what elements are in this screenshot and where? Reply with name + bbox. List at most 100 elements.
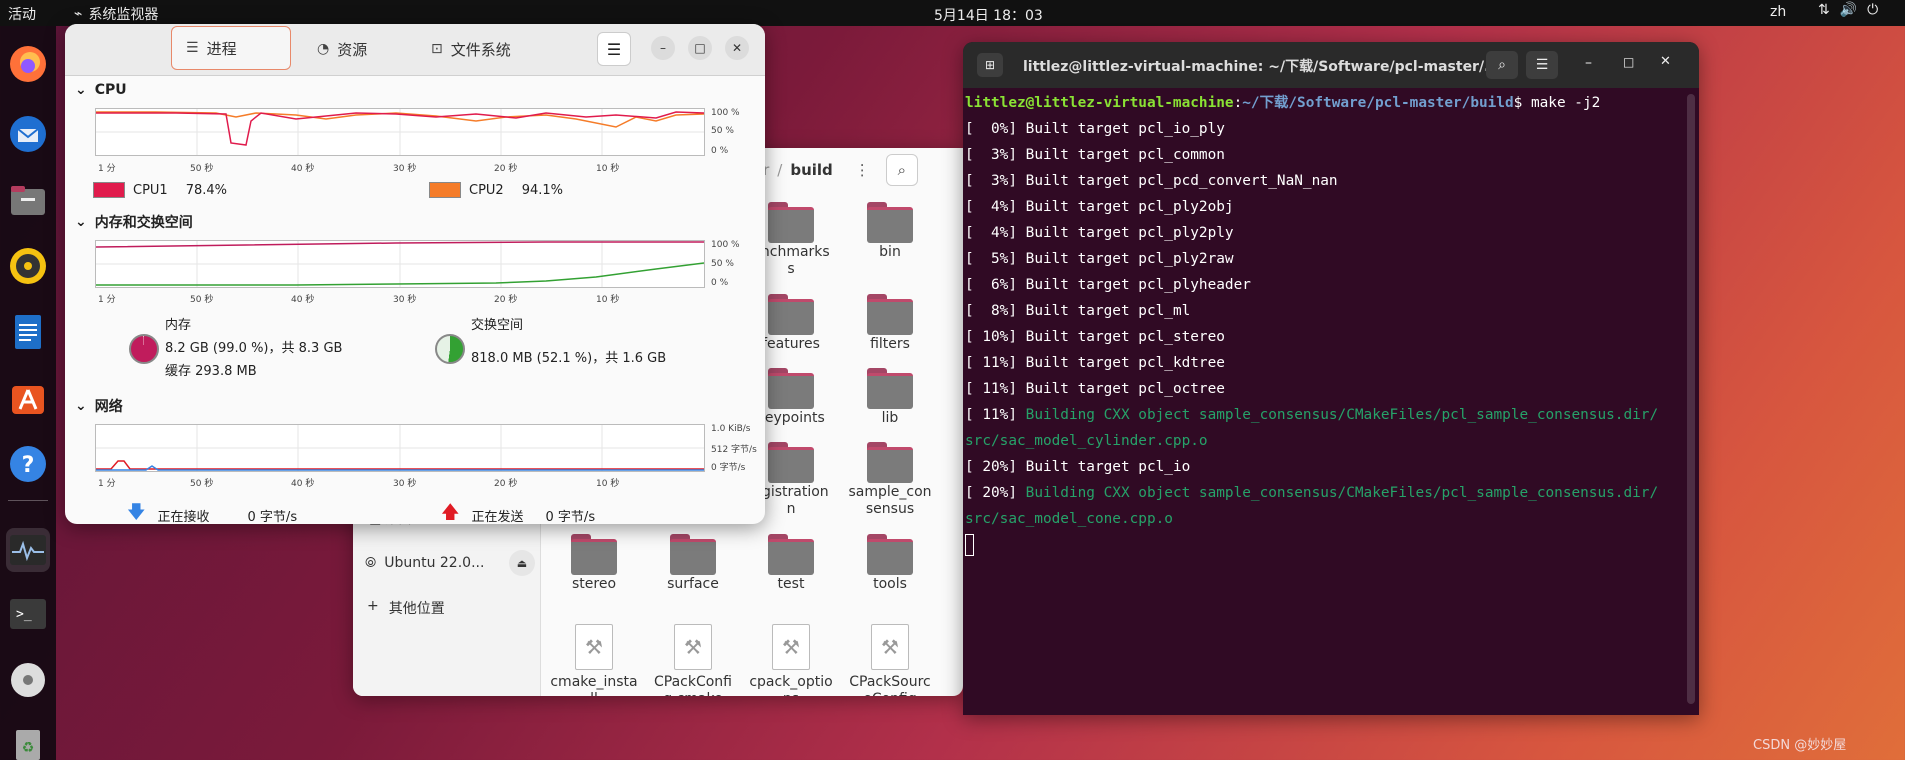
cpu1-swatch[interactable] bbox=[93, 182, 125, 198]
axis-tick: 50 % bbox=[711, 259, 734, 269]
terminal-dock-icon[interactable]: >_ bbox=[6, 592, 50, 636]
terminal-header: ⊞ littlez@littlez-virtual-machine: ~/下载/… bbox=[963, 42, 1699, 88]
axis-tick: 40 秒 bbox=[291, 164, 315, 174]
script-file-icon: ⚒ bbox=[674, 624, 712, 670]
swap-label: 交换空间 bbox=[471, 318, 524, 333]
folder-item[interactable]: lib bbox=[845, 368, 935, 427]
tab-file-systems[interactable]: ⊡ 文件系统 bbox=[417, 26, 557, 72]
clock[interactable]: 5月14日 18：03 bbox=[934, 5, 1043, 25]
terminal-output[interactable]: littlez@littlez-virtual-machine:~/下载/Sof… bbox=[965, 90, 1685, 558]
cpu2-legend[interactable]: CPU2 94.1% bbox=[429, 182, 563, 198]
cpu2-swatch[interactable] bbox=[429, 182, 461, 198]
terminal-line: [ 3%] Built target pcl_pcd_convert_NaN_n… bbox=[965, 168, 1685, 194]
new-tab-icon[interactable]: ⊞ bbox=[977, 53, 1003, 77]
search-icon[interactable]: ⌕ bbox=[885, 154, 918, 186]
axis-tick: 50 % bbox=[711, 126, 734, 136]
search-icon[interactable]: ⌕ bbox=[1486, 51, 1518, 79]
folder-icon bbox=[768, 368, 814, 409]
send-legend[interactable]: 🡅 正在发送 0 字节/s bbox=[441, 500, 595, 524]
folder-item[interactable]: tools bbox=[845, 534, 935, 593]
maximize-button[interactable]: □ bbox=[688, 36, 712, 60]
terminal-line: [ 11%] Built target pcl_kdtree bbox=[965, 350, 1685, 376]
list-icon: ☰ bbox=[186, 40, 199, 56]
input-method[interactable]: zh bbox=[1770, 4, 1786, 20]
folder-label: bin bbox=[879, 244, 901, 260]
file-item[interactable]: ⚒ cpack_options bbox=[746, 624, 836, 696]
progress-percent: [ 5%] bbox=[965, 251, 1017, 267]
system-monitor-window: ☰ 进程 ◔ 资源 ⊡ 文件系统 ☰ – □ ✕ ⌄ CPU 1 分 50 秒 … bbox=[65, 24, 765, 524]
files-icon[interactable] bbox=[6, 178, 50, 222]
cpu-section-header[interactable]: ⌄ CPU bbox=[75, 82, 127, 98]
system-tray[interactable]: ⇅ 🔊 ⏻ bbox=[1818, 2, 1878, 18]
folder-label: surface bbox=[667, 576, 719, 592]
breadcrumb-menu-icon[interactable]: ⋮ bbox=[855, 161, 870, 179]
dvd-icon[interactable] bbox=[6, 658, 50, 702]
tab-processes[interactable]: ☰ 进程 bbox=[171, 26, 291, 70]
memory-section-header[interactable]: ⌄ 内存和交换空间 bbox=[75, 212, 193, 232]
folder-item[interactable]: test bbox=[746, 534, 836, 593]
libreoffice-writer-icon[interactable] bbox=[6, 310, 50, 354]
watermark: CSDN @妙妙屋 bbox=[1753, 738, 1847, 753]
folder-item[interactable]: sample_consensus bbox=[845, 442, 935, 518]
minimize-button[interactable]: – bbox=[651, 36, 675, 60]
firefox-icon[interactable] bbox=[6, 42, 50, 86]
terminal-title: littlez@littlez-virtual-machine: ~/下载/So… bbox=[1023, 59, 1501, 75]
line-text: Built target pcl_plyheader bbox=[1025, 277, 1251, 293]
axis-tick: 50 秒 bbox=[190, 479, 214, 489]
swap-usage: 818.0 MB (52.1 %)，共 1.6 GB bbox=[471, 351, 667, 366]
line-text: Building CXX object sample_consensus/CMa… bbox=[1025, 485, 1659, 501]
trash-icon[interactable]: ♻ bbox=[6, 722, 50, 760]
maximize-icon[interactable]: □ bbox=[1623, 55, 1634, 69]
folder-item[interactable]: filters bbox=[845, 294, 935, 353]
file-item[interactable]: ⚒ CPackSourceConfig bbox=[845, 624, 935, 696]
folder-item[interactable]: surface bbox=[648, 534, 738, 593]
progress-percent: [ 4%] bbox=[965, 225, 1017, 241]
terminal-line: [ 20%] Building CXX object sample_consen… bbox=[965, 480, 1685, 506]
terminal-scrollbar[interactable] bbox=[1687, 94, 1695, 704]
maximize-icon: □ bbox=[694, 41, 706, 55]
folder-label: test bbox=[777, 576, 805, 592]
receive-legend[interactable]: 🡇 正在接收 0 字节/s bbox=[127, 500, 297, 524]
sidebar-item-other-locations[interactable]: + 其他位置 bbox=[367, 598, 445, 618]
disk-icon: ⦾ bbox=[365, 555, 377, 571]
progress-percent: [ 3%] bbox=[965, 147, 1017, 163]
command: $ make -j2 bbox=[1513, 95, 1601, 111]
memory-pie[interactable] bbox=[129, 334, 159, 364]
breadcrumb-current[interactable]: build bbox=[790, 161, 832, 179]
tab-resources[interactable]: ◔ 资源 bbox=[303, 26, 403, 72]
line-text: Built target pcl_pcd_convert_NaN_nan bbox=[1025, 173, 1338, 189]
thunderbird-icon[interactable] bbox=[6, 112, 50, 156]
line-text: Built target pcl_kdtree bbox=[1025, 355, 1225, 371]
hamburger-icon[interactable]: ☰ bbox=[1526, 51, 1558, 79]
axis-tick: 30 秒 bbox=[393, 479, 417, 489]
folder-label: sample_consensus bbox=[848, 484, 932, 517]
help-icon[interactable]: ? bbox=[6, 442, 50, 486]
app-menu[interactable]: ⌁ 系统监视器 bbox=[74, 4, 158, 24]
sidebar-item-volume[interactable]: ⦾ Ubuntu 22.0... ⏏ bbox=[365, 548, 535, 578]
cpu1-legend[interactable]: CPU1 78.4% bbox=[93, 182, 227, 198]
file-item[interactable]: ⚒ cmake_install bbox=[549, 624, 639, 696]
folder-item[interactable]: bin bbox=[845, 202, 935, 261]
terminal-window: ⊞ littlez@littlez-virtual-machine: ~/下载/… bbox=[963, 42, 1699, 715]
eject-icon[interactable]: ⏏ bbox=[509, 550, 535, 576]
close-button[interactable]: ✕ bbox=[725, 36, 749, 60]
svg-text:?: ? bbox=[22, 453, 35, 478]
activities-button[interactable]: 活动 bbox=[8, 4, 36, 24]
rhythmbox-icon[interactable] bbox=[6, 244, 50, 288]
system-monitor-dock-icon[interactable] bbox=[6, 528, 50, 572]
gauge-icon: ◔ bbox=[317, 41, 330, 57]
line-text: src/sac_model_cone.cpp.o bbox=[965, 511, 1173, 527]
app-center-icon[interactable] bbox=[6, 376, 50, 420]
folder-item[interactable]: stereo bbox=[549, 534, 639, 593]
close-icon[interactable]: ✕ bbox=[1660, 54, 1671, 69]
axis-tick: 40 秒 bbox=[291, 295, 315, 305]
script-file-icon: ⚒ bbox=[772, 624, 810, 670]
file-item[interactable]: ⚒ CPackConfig.cmake bbox=[648, 624, 738, 696]
swap-pie[interactable] bbox=[435, 334, 465, 364]
network-section-header[interactable]: ⌄ 网络 bbox=[75, 396, 123, 416]
minimize-icon[interactable]: – bbox=[1585, 55, 1592, 71]
line-text: Built target pcl_stereo bbox=[1025, 329, 1225, 345]
progress-percent: [ 8%] bbox=[965, 303, 1017, 319]
menu-button[interactable]: ☰ bbox=[597, 32, 631, 66]
top-bar: 活动 ⌁ 系统监视器 5月14日 18：03 zh ⇅ 🔊 ⏻ bbox=[0, 0, 1905, 26]
